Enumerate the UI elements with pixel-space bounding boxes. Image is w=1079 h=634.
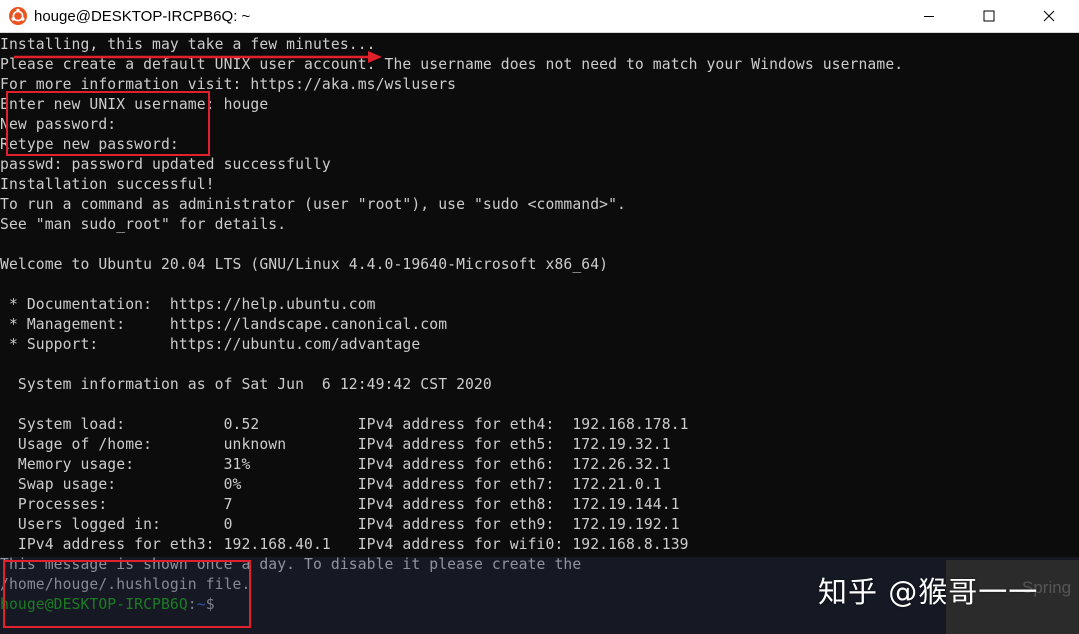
terminal-line: IPv4 address for eth3: 192.168.40.1 IPv4…	[0, 536, 689, 553]
terminal-line: See "man sudo_root" for details.	[0, 216, 287, 233]
terminal-line: System load: 0.52 IPv4 address for eth4:…	[0, 416, 689, 433]
maximize-icon	[983, 10, 995, 22]
window-title: houge@DESKTOP-IRCPB6Q: ~	[34, 7, 251, 25]
terminal-line: Enter new UNIX username: houge	[0, 96, 269, 113]
terminal-line: Usage of /home: unknown IPv4 address for…	[0, 436, 671, 453]
terminal-line: For more information visit: https://aka.…	[0, 76, 457, 93]
close-button[interactable]	[1019, 0, 1079, 32]
terminal-line: * Management: https://landscape.canonica…	[0, 316, 448, 333]
terminal-window: houge@DESKTOP-IRCPB6Q: ~ Installing, thi…	[0, 0, 1079, 634]
terminal-line: Please create a default UNIX user accoun…	[0, 56, 904, 73]
terminal-line: To run a command as administrator (user …	[0, 196, 626, 213]
maximize-button[interactable]	[959, 0, 1019, 32]
terminal-line: Memory usage: 31% IPv4 address for eth6:…	[0, 456, 671, 473]
minimize-button[interactable]	[899, 0, 959, 32]
terminal-line: * Support: https://ubuntu.com/advantage	[0, 336, 421, 353]
terminal-cursor[interactable]	[215, 597, 224, 613]
prompt-separator: :	[187, 596, 197, 613]
prompt-user-host: houge@DESKTOP-IRCPB6Q	[0, 596, 188, 613]
terminal-line: Users logged in: 0 IPv4 address for eth9…	[0, 516, 680, 533]
terminal-line: * Documentation: https://help.ubuntu.com	[0, 296, 376, 313]
terminal-line: Swap usage: 0% IPv4 address for eth7: 17…	[0, 476, 662, 493]
ubuntu-icon[interactable]	[9, 7, 27, 25]
prompt-sign: $	[205, 596, 215, 613]
close-icon	[1043, 10, 1055, 22]
terminal-output[interactable]: Installing, this may take a few minutes.…	[0, 34, 1079, 634]
terminal-line: Installing, this may take a few minutes.…	[0, 36, 376, 53]
terminal-line: New password:	[0, 116, 117, 133]
terminal-line: Retype new password:	[0, 136, 179, 153]
title-bar[interactable]: houge@DESKTOP-IRCPB6Q: ~	[0, 0, 1079, 33]
terminal-line: Installation successful!	[0, 176, 215, 193]
prompt-path: ~	[196, 596, 206, 613]
terminal-line: passwd: password updated successfully	[0, 156, 331, 173]
window-controls	[899, 0, 1079, 32]
terminal-line: Welcome to Ubuntu 20.04 LTS (GNU/Linux 4…	[0, 256, 609, 273]
watermark: 知乎 @猴哥一一	[818, 575, 1039, 609]
terminal-line: Processes: 7 IPv4 address for eth8: 172.…	[0, 496, 680, 513]
terminal-line: System information as of Sat Jun 6 12:49…	[0, 376, 492, 393]
minimize-icon	[924, 16, 934, 17]
